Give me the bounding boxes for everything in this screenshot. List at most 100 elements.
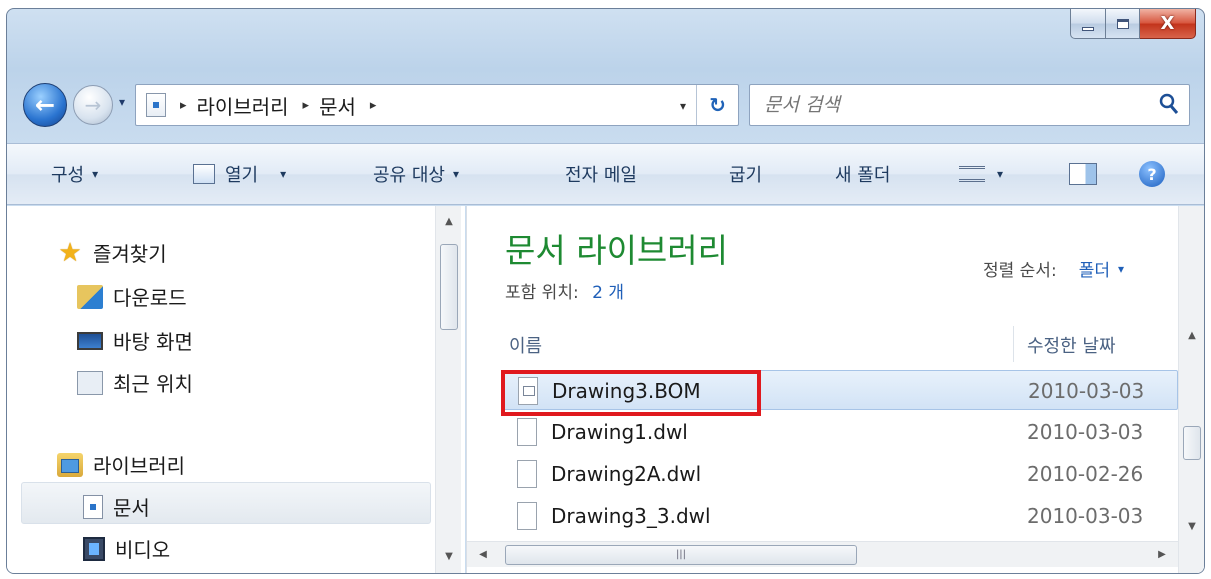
column-divider[interactable] bbox=[1013, 326, 1014, 362]
nav-item-desktop[interactable]: 바탕 화면 bbox=[77, 326, 193, 355]
search-input[interactable] bbox=[764, 94, 1064, 116]
file-date: 2010-03-03 bbox=[1027, 504, 1144, 528]
nav-item-label: 다운로드 bbox=[113, 286, 187, 310]
column-header-date-modified[interactable]: 수정한 날짜 bbox=[1027, 332, 1116, 358]
open-label: 열기 bbox=[225, 165, 259, 186]
nav-item-videos[interactable]: 비디오 bbox=[83, 534, 170, 563]
column-header: 이름 수정한 날짜 bbox=[501, 326, 1178, 362]
open-icon bbox=[193, 164, 215, 184]
back-button[interactable]: ← bbox=[23, 83, 67, 127]
file-icon bbox=[517, 418, 537, 446]
maximize-icon bbox=[1116, 18, 1129, 29]
address-history-dropdown[interactable]: ▾ bbox=[680, 99, 686, 113]
scroll-left-arrow-icon[interactable]: ◀ bbox=[471, 542, 495, 568]
chevron-down-icon: ▾ bbox=[997, 167, 1004, 181]
breadcrumb-separator-icon[interactable]: ▸ bbox=[180, 98, 187, 113]
navigation-row: ← → ▾ ▸ 라이브러리 ▸ 문서 ▸ ▾ ↻ bbox=[21, 81, 1190, 129]
arrange-by: 정렬 순서: 폴더 ▾ bbox=[983, 256, 1124, 281]
minimize-icon bbox=[1082, 26, 1094, 31]
nav-item-label: 최근 위치 bbox=[113, 372, 193, 396]
file-name: Drawing1.dwl bbox=[551, 420, 688, 444]
close-icon: X bbox=[1160, 13, 1175, 34]
file-row[interactable]: Drawing3_3.dwl 2010-03-03 bbox=[501, 496, 1178, 536]
chevron-down-icon[interactable]: ▾ bbox=[1118, 262, 1124, 276]
file-name: Drawing3_3.dwl bbox=[551, 504, 711, 528]
file-row[interactable]: Drawing1.dwl 2010-03-03 bbox=[501, 412, 1178, 452]
nav-item-documents[interactable]: 문서 bbox=[83, 492, 150, 521]
refresh-button[interactable]: ↻ bbox=[696, 85, 738, 125]
includes-locations-link[interactable]: 2 개 bbox=[592, 283, 624, 303]
breadcrumb-libraries[interactable]: 라이브러리 bbox=[197, 91, 289, 120]
forward-arrow-icon: → bbox=[84, 93, 102, 117]
scrollbar-thumb[interactable] bbox=[1183, 426, 1201, 460]
new-folder-button[interactable]: 새 폴더 bbox=[835, 161, 890, 187]
scroll-down-arrow-icon[interactable]: ▼ bbox=[1179, 515, 1204, 539]
library-includes: 포함 위치: 2 개 bbox=[505, 278, 624, 303]
back-arrow-icon: ← bbox=[34, 91, 56, 119]
search-icon[interactable] bbox=[1159, 93, 1179, 115]
nav-item-label: 문서 bbox=[113, 496, 150, 520]
star-icon: ★ bbox=[58, 237, 82, 268]
address-bar[interactable]: ▸ 라이브러리 ▸ 문서 ▸ ▾ ↻ bbox=[135, 84, 739, 126]
preview-pane-icon bbox=[1069, 163, 1097, 185]
scrollbar-thumb[interactable] bbox=[440, 244, 458, 330]
breadcrumb-documents[interactable]: 문서 bbox=[319, 91, 356, 120]
close-button[interactable]: X bbox=[1140, 9, 1196, 39]
maximize-button[interactable] bbox=[1106, 9, 1140, 39]
file-icon bbox=[517, 502, 537, 530]
preview-pane-button[interactable] bbox=[1069, 163, 1097, 185]
breadcrumb-separator-icon[interactable]: ▸ bbox=[303, 98, 310, 113]
library-title: 문서 라이브러리 bbox=[505, 231, 729, 270]
command-bar: 구성 ▾ 열기 ▾ 공유 대상 ▾ 전자 메일 굽기 새 폴더 ▾ ? bbox=[7, 143, 1204, 205]
nav-item-downloads[interactable]: 다운로드 bbox=[77, 282, 187, 311]
libraries-icon bbox=[57, 452, 83, 477]
open-button[interactable]: 열기 ▾ bbox=[193, 161, 286, 187]
content-pane: 문서 라이브러리 포함 위치: 2 개 정렬 순서: 폴더 ▾ 이름 수정한 날… bbox=[466, 206, 1204, 573]
downloads-folder-icon bbox=[77, 284, 103, 309]
email-button[interactable]: 전자 메일 bbox=[565, 161, 637, 187]
nav-item-favorites[interactable]: ★ 즐겨찾기 bbox=[57, 237, 167, 268]
help-button[interactable]: ? bbox=[1139, 161, 1165, 187]
chevron-down-icon: ▾ bbox=[452, 167, 459, 181]
column-header-name[interactable]: 이름 bbox=[509, 332, 542, 358]
video-icon bbox=[83, 536, 105, 561]
organize-label: 구성 bbox=[51, 165, 85, 186]
search-box[interactable] bbox=[749, 84, 1190, 126]
navigation-pane: ★ 즐겨찾기 다운로드 바탕 화면 최근 위치 라이브러리 문서 비디오 ▲ ▼ bbox=[7, 206, 465, 573]
recent-pages-dropdown[interactable]: ▾ bbox=[119, 95, 125, 109]
nav-item-recent-places[interactable]: 최근 위치 bbox=[77, 368, 193, 397]
scroll-up-arrow-icon[interactable]: ▲ bbox=[436, 210, 462, 234]
nav-pane-scrollbar[interactable]: ▲ ▼ bbox=[435, 206, 461, 573]
nav-item-label: 비디오 bbox=[115, 538, 171, 562]
nav-item-label: 즐겨찾기 bbox=[93, 242, 167, 266]
share-with-label: 공유 대상 bbox=[373, 165, 445, 186]
file-date: 2010-03-03 bbox=[1027, 420, 1144, 444]
horizontal-scrollbar-thumb[interactable]: ||| bbox=[505, 545, 857, 565]
chevron-down-icon: ▾ bbox=[92, 167, 99, 181]
file-date: 2010-03-03 bbox=[1028, 379, 1145, 403]
content-horizontal-scrollbar[interactable]: ◀ ||| ▶ bbox=[467, 541, 1178, 567]
email-label: 전자 메일 bbox=[565, 165, 637, 186]
burn-button[interactable]: 굽기 bbox=[729, 161, 762, 187]
arrange-by-dropdown[interactable]: 폴더 bbox=[1079, 256, 1110, 281]
nav-item-libraries[interactable]: 라이브러리 bbox=[57, 450, 185, 479]
forward-button[interactable]: → bbox=[73, 85, 113, 125]
scroll-right-arrow-icon[interactable]: ▶ bbox=[1150, 542, 1174, 568]
annotation-highlight-box bbox=[501, 370, 761, 416]
recent-places-icon bbox=[77, 370, 103, 395]
refresh-icon: ↻ bbox=[709, 93, 726, 117]
file-date: 2010-02-26 bbox=[1027, 462, 1144, 486]
share-with-button[interactable]: 공유 대상 ▾ bbox=[373, 161, 459, 187]
minimize-button[interactable] bbox=[1070, 9, 1106, 39]
desktop-icon bbox=[77, 331, 103, 350]
organize-button[interactable]: 구성 ▾ bbox=[51, 161, 98, 187]
caption-buttons: X bbox=[1070, 9, 1196, 39]
scroll-down-arrow-icon[interactable]: ▼ bbox=[436, 545, 462, 569]
file-row[interactable]: Drawing2A.dwl 2010-02-26 bbox=[501, 454, 1178, 494]
content-vertical-scrollbar[interactable]: ▲ ▼ bbox=[1178, 206, 1204, 573]
change-view-button[interactable]: ▾ bbox=[959, 166, 1003, 182]
burn-label: 굽기 bbox=[729, 165, 763, 186]
scroll-up-arrow-icon[interactable]: ▲ bbox=[1179, 324, 1204, 348]
breadcrumb-separator-icon[interactable]: ▸ bbox=[370, 98, 377, 113]
explorer-window: X ← → ▾ ▸ 라이브러리 ▸ 문서 ▸ ▾ ↻ 문서 검색 구성 ▾ 열기… bbox=[6, 8, 1205, 574]
